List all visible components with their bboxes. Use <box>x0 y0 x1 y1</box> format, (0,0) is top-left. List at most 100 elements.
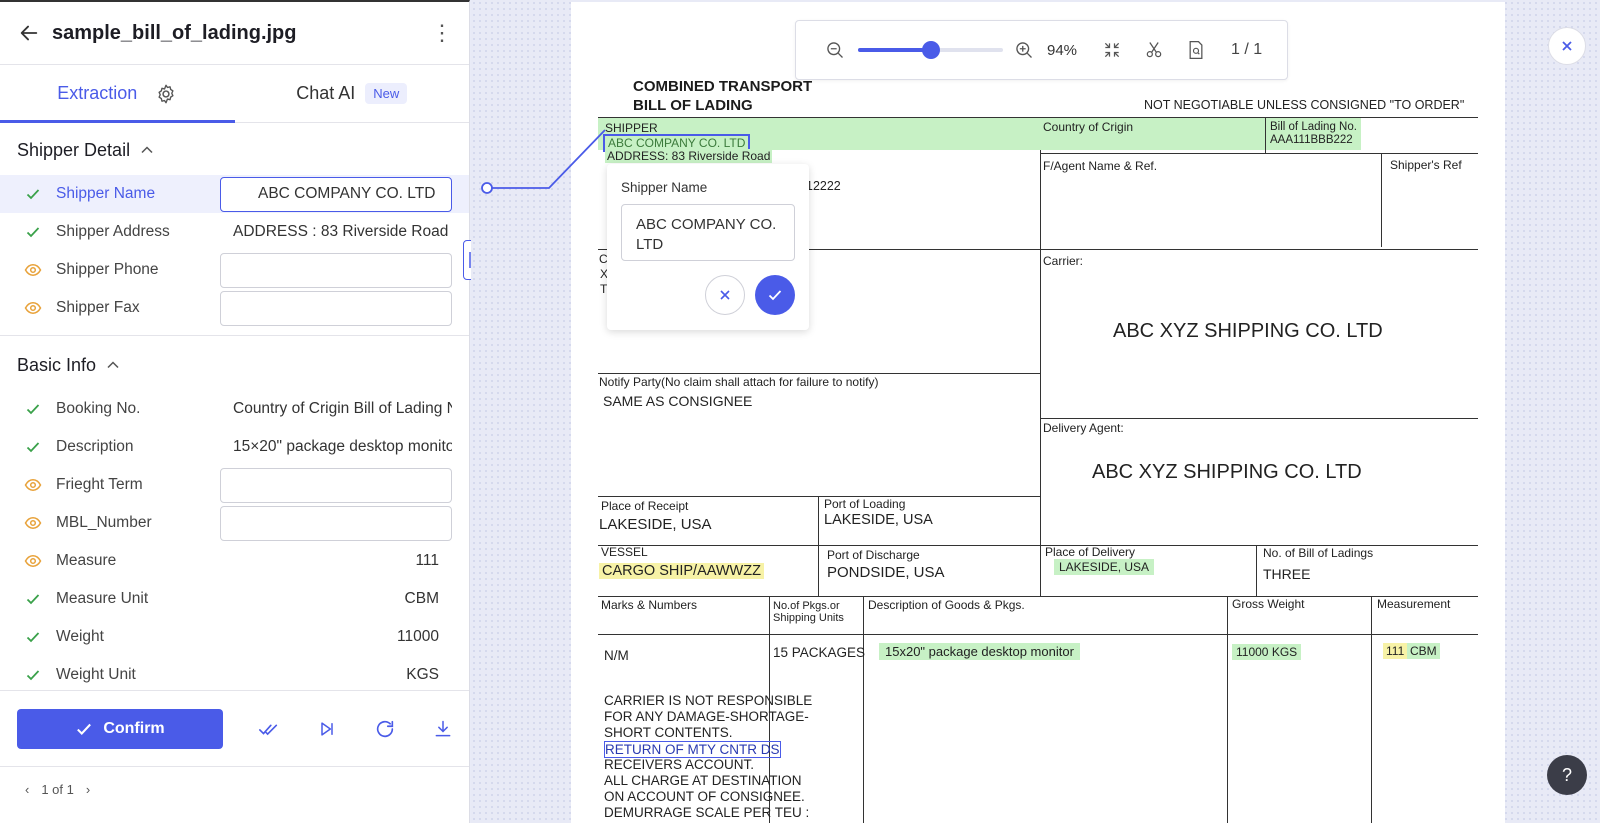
doc-line <box>598 596 1478 597</box>
accept-button[interactable] <box>755 275 795 315</box>
doc-text: Place of Delivery <box>1045 545 1136 559</box>
doc-text: THREE <box>1263 566 1311 582</box>
field-value[interactable]: 11000 <box>220 620 452 655</box>
confirm-label: Confirm <box>103 719 165 737</box>
collapse-icon <box>1104 42 1120 58</box>
zoom-level: 94% <box>1047 41 1078 59</box>
chevron-right-icon[interactable]: › <box>86 782 90 797</box>
tab-chat-ai-label: Chat AI <box>296 83 356 103</box>
doc-line <box>1040 418 1478 419</box>
section-header-basic[interactable]: Basic Info <box>0 340 469 390</box>
doc-text: Carrier: <box>1043 254 1084 268</box>
field-row-frieght-term[interactable]: Frieght Term <box>0 466 469 504</box>
field-row-shipper-name[interactable]: Shipper Name ABC COMPANY CO. LTD <box>0 175 469 213</box>
field-row-shipper-fax[interactable]: Shipper Fax <box>0 289 469 327</box>
field-label: Shipper Name <box>56 185 156 202</box>
zoom-in-button[interactable] <box>1013 39 1035 61</box>
help-button[interactable]: ? <box>1547 755 1587 795</box>
confirm-all-button[interactable] <box>257 717 281 741</box>
field-value[interactable]: 111 <box>220 544 452 579</box>
doc-line <box>863 596 864 823</box>
field-value[interactable]: CBM <box>220 582 452 617</box>
check-icon <box>24 666 42 684</box>
doc-text: ADDRESS: 83 Riverside Road <box>605 149 773 163</box>
eye-icon <box>24 514 42 532</box>
doc-line <box>818 496 819 596</box>
section-header-shipper[interactable]: Shipper Detail <box>0 125 469 175</box>
eye-icon <box>24 299 42 317</box>
field-label: Description <box>56 438 134 455</box>
field-value-input[interactable] <box>220 290 452 326</box>
field-value[interactable]: Country of Crigin Bill of Lading No. <box>220 392 452 427</box>
refresh-icon <box>376 720 394 737</box>
section-divider <box>0 335 469 336</box>
field-value[interactable]: 15×20" package desktop monitor <box>220 430 452 465</box>
doc-text: SHORT CONTENTS. <box>604 725 733 740</box>
field-value[interactable]: ADDRESS : 83 Riverside Road <box>220 215 452 250</box>
doc-line <box>598 373 1040 374</box>
field-row-booking-no[interactable]: Booking No. Country of Crigin Bill of La… <box>0 390 469 428</box>
page-search-button[interactable] <box>1185 39 1207 61</box>
fit-button[interactable] <box>1101 39 1123 61</box>
extraction-panel: sample_bill_of_lading.jpg ⋮ Extraction C… <box>0 0 470 823</box>
doc-text: N/M <box>604 648 629 663</box>
back-arrow-icon[interactable] <box>18 22 40 44</box>
doc-line <box>1381 153 1382 247</box>
zoom-in-icon <box>1016 42 1032 58</box>
doc-text: CBM <box>1407 643 1440 659</box>
field-row-weight[interactable]: Weight 11000 <box>0 618 469 656</box>
popup-value-input[interactable]: ABC COMPANY CO. LTD <box>621 204 795 261</box>
doc-text: Shipper's Ref <box>1390 158 1462 172</box>
zoom-slider-knob[interactable] <box>921 41 940 59</box>
field-row-description[interactable]: Description 15×20" package desktop monit… <box>0 428 469 466</box>
confirm-button[interactable]: Confirm <box>17 708 223 749</box>
chevron-up-icon[interactable] <box>106 358 120 372</box>
doc-text: RECEIVERS ACCOUNT. <box>604 757 755 772</box>
doc-line <box>598 496 1040 497</box>
field-row-weight-unit[interactable]: Weight Unit KGS <box>0 656 469 690</box>
scissors-icon <box>1146 42 1162 58</box>
doc-line <box>1040 153 1478 154</box>
check-icon <box>24 438 42 456</box>
field-value-input[interactable] <box>220 467 452 503</box>
download-icon <box>435 720 451 736</box>
doc-text: 15x20" package desktop monitor <box>879 643 1080 660</box>
field-row-shipper-address[interactable]: Shipper Address ADDRESS : 83 Riverside R… <box>0 213 469 251</box>
new-badge: New <box>365 83 408 104</box>
chevron-up-icon[interactable] <box>140 143 154 157</box>
zoom-out-button[interactable] <box>824 39 846 61</box>
field-row-measure-unit[interactable]: Measure Unit CBM <box>0 580 469 618</box>
chevron-left-icon[interactable]: ‹ <box>25 782 29 797</box>
doc-text: LAKESIDE, USA <box>824 512 933 528</box>
doc-text: ALL CHARGE AT DESTINATION <box>604 773 802 788</box>
check-icon <box>768 290 782 301</box>
refresh-button[interactable] <box>373 717 397 741</box>
eye-icon <box>24 552 42 570</box>
zoom-slider[interactable] <box>858 41 1003 59</box>
field-value-input[interactable] <box>220 505 452 541</box>
tab-extraction[interactable]: Extraction <box>0 65 235 123</box>
skip-next-button[interactable] <box>315 717 339 741</box>
zoom-slider-fill <box>858 48 931 52</box>
doc-text: FOR ANY DAMAGE-SHORTAGE- <box>604 709 809 724</box>
doc-text: ABC XYZ SHIPPING CO. LTD <box>1113 320 1383 342</box>
section-title: Shipper Detail <box>17 139 131 160</box>
download-button[interactable] <box>431 717 455 741</box>
field-value-input[interactable] <box>220 252 452 288</box>
field-row-mbl-number[interactable]: MBL_Number <box>0 504 469 542</box>
doc-text: 15 PACKAGES <box>773 645 866 660</box>
field-label: Shipper Address <box>56 223 170 240</box>
gear-icon[interactable] <box>155 83 177 105</box>
fields-list: Shipper Detail Shipper Name ABC COMPANY … <box>0 125 469 690</box>
field-row-shipper-phone[interactable]: Shipper Phone <box>0 251 469 289</box>
check-icon <box>24 590 42 608</box>
crop-button[interactable] <box>1143 39 1165 61</box>
field-value[interactable]: KGS <box>220 658 452 691</box>
field-value-input[interactable]: ABC COMPANY CO. LTD <box>220 176 452 212</box>
tab-chat-ai[interactable]: Chat AI New <box>235 65 470 122</box>
more-options-icon[interactable]: ⋮ <box>431 22 453 44</box>
cancel-button[interactable] <box>705 275 745 315</box>
field-row-measure[interactable]: Measure 111 <box>0 542 469 580</box>
doc-text: CARRIER IS NOT RESPONSIBLE <box>604 693 813 708</box>
close-viewer-button[interactable] <box>1548 27 1586 65</box>
